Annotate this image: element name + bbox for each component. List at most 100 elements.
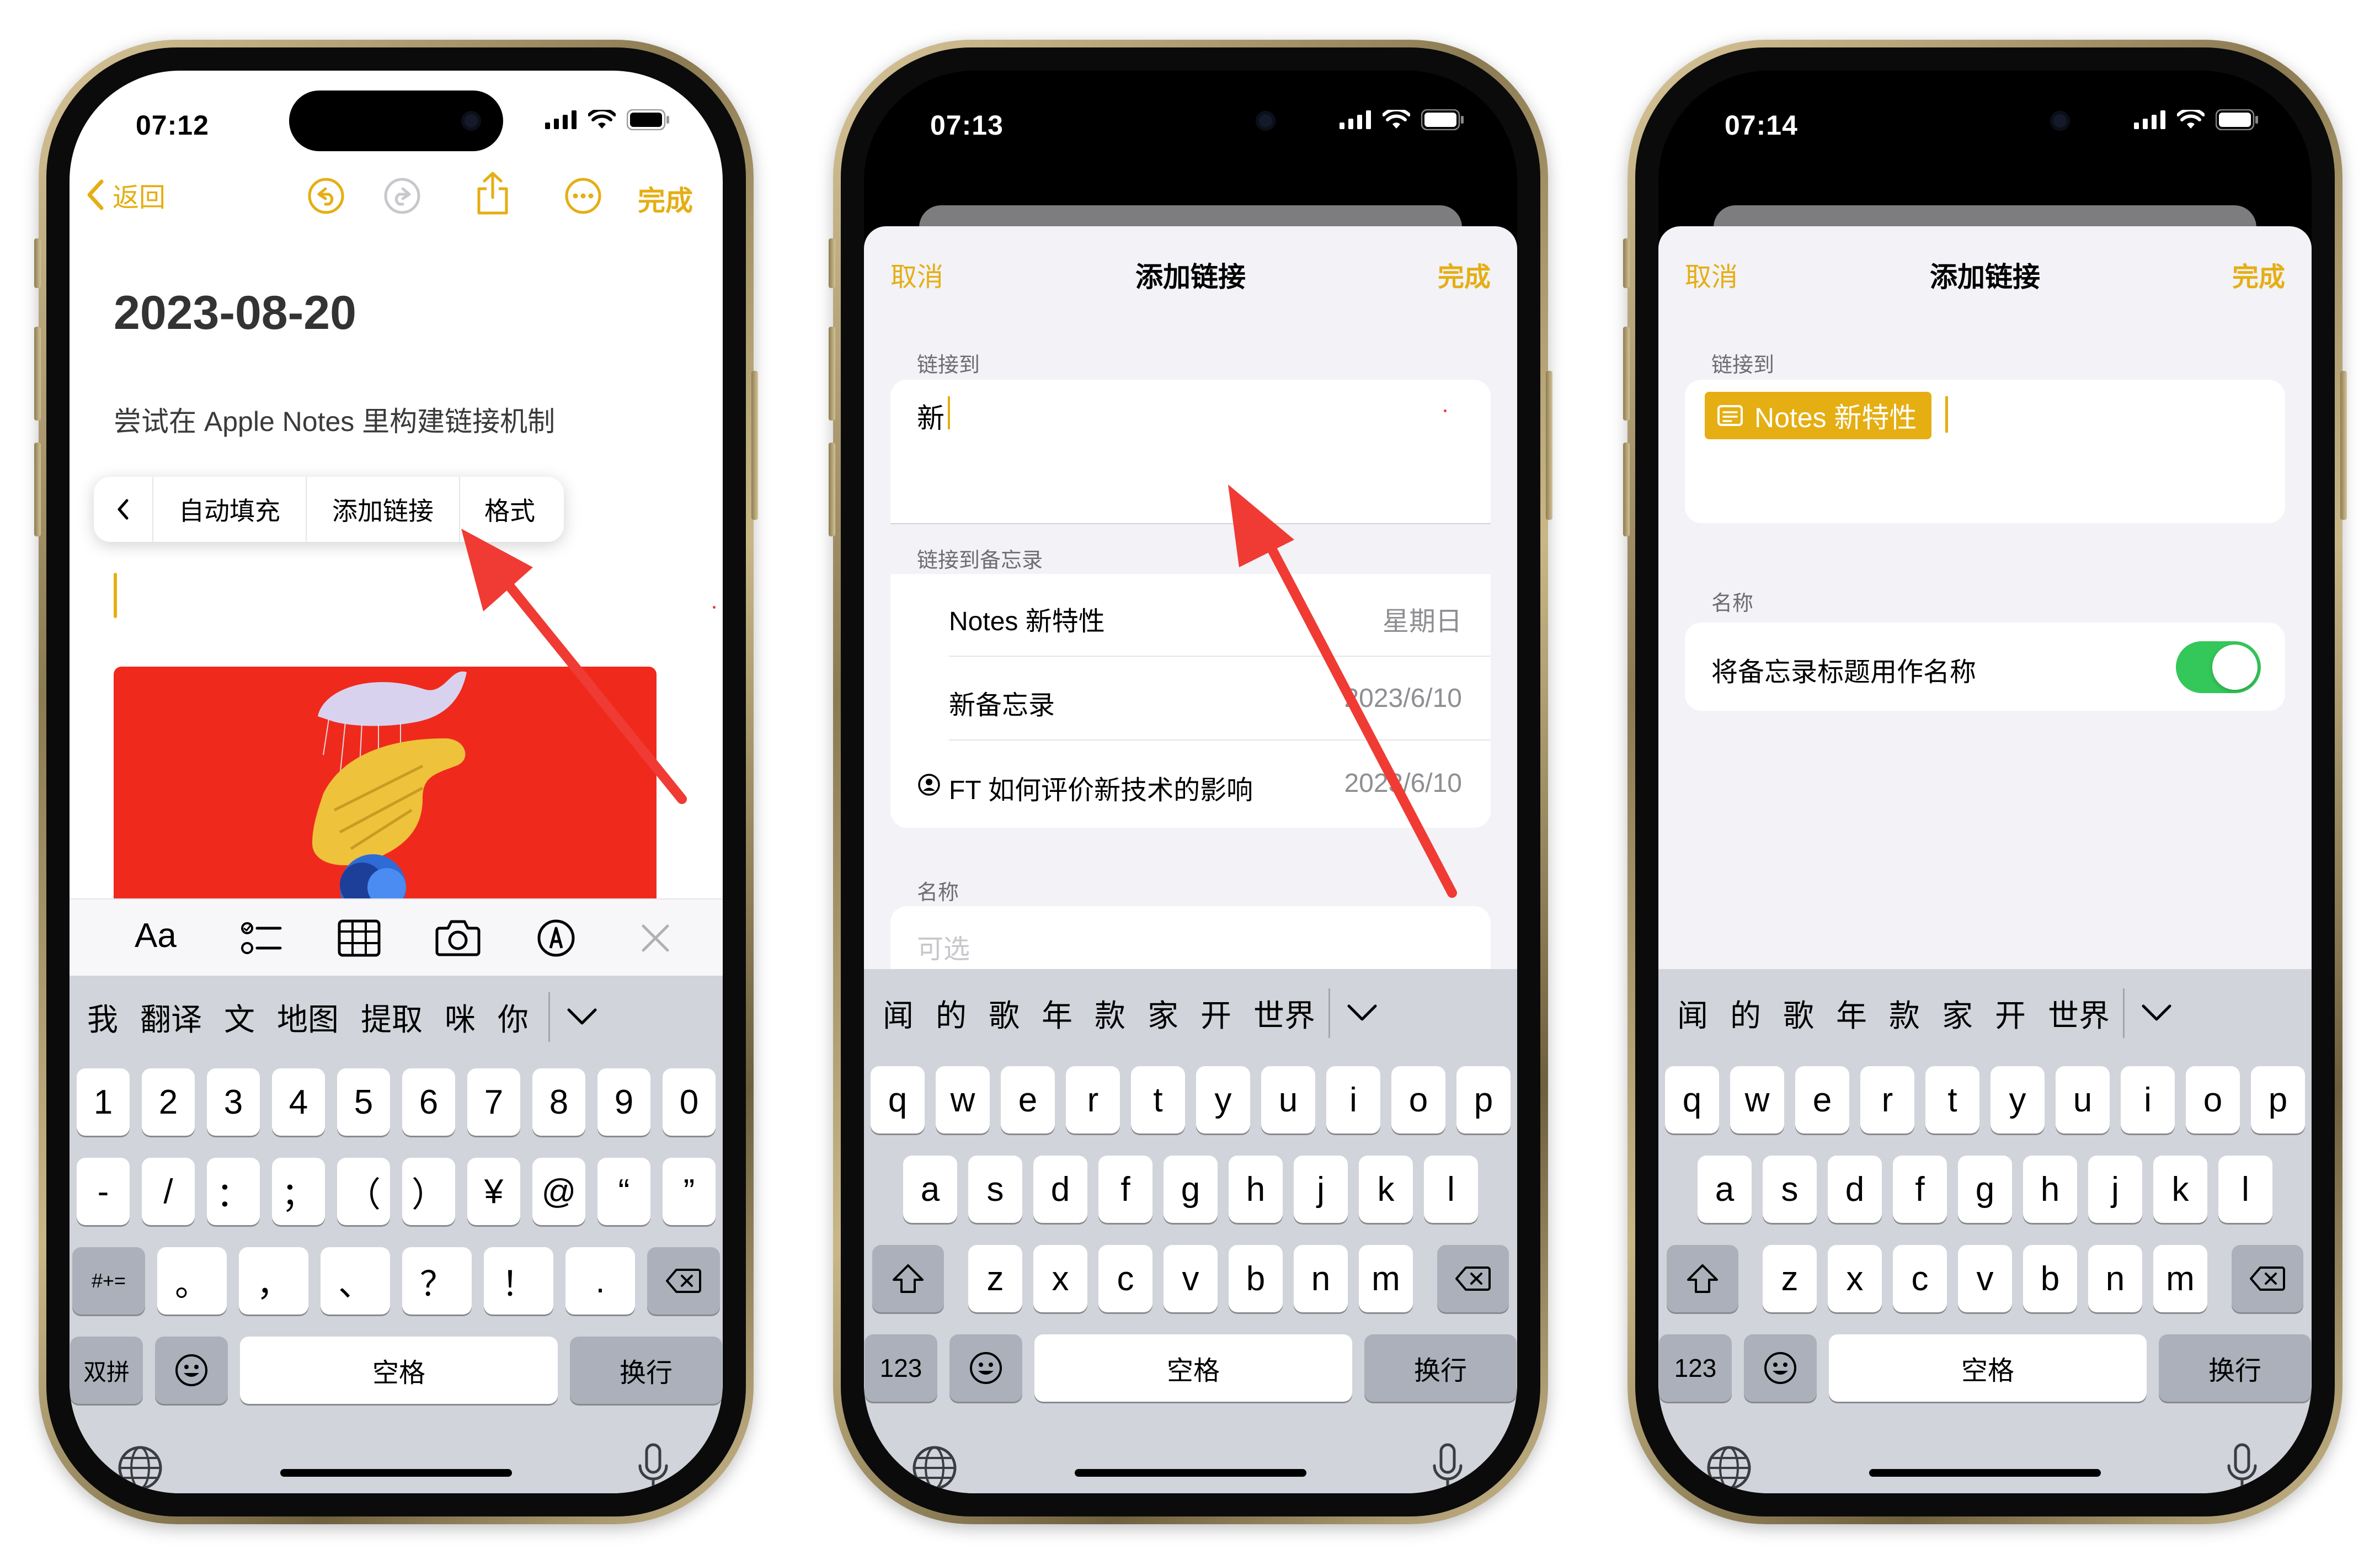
key[interactable]: z [1763,1245,1817,1312]
key[interactable]: c [1098,1245,1152,1312]
table-icon[interactable] [338,919,381,957]
text-style-button[interactable]: Aa [135,916,177,955]
key[interactable]: 1 [77,1068,130,1136]
key[interactable]: b [1229,1245,1283,1312]
key[interactable]: g [1958,1156,2012,1223]
key[interactable]: ？ [402,1247,472,1314]
return-key[interactable]: 换行 [570,1337,722,1404]
key[interactable]: . [565,1247,635,1314]
key[interactable]: y [1196,1066,1250,1133]
key[interactable]: l [1424,1156,1478,1223]
key[interactable]: x [1033,1245,1087,1312]
note-link-chip[interactable]: Notes 新特性 [1705,392,1931,439]
markup-icon[interactable] [536,918,576,958]
link-to-input[interactable]: 新 [917,396,944,436]
chevron-down-icon[interactable] [1347,1004,1378,1023]
shift-key[interactable] [872,1245,944,1312]
redo-icon[interactable] [383,177,421,215]
candidate[interactable]: 翻译 [129,995,213,1040]
key[interactable]: 4 [272,1068,325,1136]
undo-icon[interactable] [307,177,345,215]
key[interactable]: @ [532,1158,585,1225]
numbers-key[interactable]: 123 [865,1334,937,1402]
candidate[interactable]: 开 [1189,991,1242,1036]
key[interactable]: b [2023,1245,2077,1312]
key[interactable]: k [2153,1156,2207,1223]
globe-icon[interactable] [911,1445,958,1491]
candidate[interactable]: 世界 [2037,991,2121,1036]
key[interactable]: d [1033,1156,1087,1223]
key[interactable]: n [2088,1245,2142,1312]
key[interactable]: 5 [337,1068,390,1136]
shift-key[interactable] [1667,1245,1738,1312]
candidate[interactable]: 款 [1878,991,1931,1036]
globe-icon[interactable] [1706,1445,1752,1491]
key[interactable]: j [2088,1156,2142,1223]
key[interactable]: （ [337,1158,390,1225]
chevron-down-icon[interactable] [567,1008,597,1026]
candidate[interactable]: 开 [1984,991,2037,1036]
chevron-down-icon[interactable] [2141,1004,2172,1023]
candidate[interactable]: 的 [1719,991,1772,1036]
candidate[interactable]: 文 [213,995,266,1040]
key[interactable]: w [936,1066,990,1133]
done-button[interactable]: 完成 [638,179,693,219]
key[interactable]: 7 [467,1068,520,1136]
mode-key[interactable]: 双拼 [70,1337,143,1404]
key[interactable]: i [1326,1066,1380,1133]
key[interactable]: e [1001,1066,1055,1133]
candidate[interactable]: 地图 [266,995,350,1040]
numbers-key[interactable]: 123 [1659,1334,1732,1402]
key[interactable]: ， [239,1247,308,1314]
delete-key[interactable] [1437,1245,1509,1312]
use-note-title-toggle[interactable] [2176,641,2261,693]
key[interactable]: a [903,1156,957,1223]
candidate[interactable]: 你 [487,995,540,1040]
key[interactable]: p [2251,1066,2305,1133]
key[interactable]: r [1066,1066,1120,1133]
key[interactable]: i [2121,1066,2175,1133]
microphone-icon[interactable] [2226,1443,2259,1493]
candidate[interactable]: 歌 [1772,991,1825,1036]
share-icon[interactable] [474,170,511,216]
candidate[interactable]: 歌 [978,991,1031,1036]
space-key[interactable]: 空格 [1829,1334,2147,1402]
key[interactable]: 0 [663,1068,716,1136]
key[interactable]: q [871,1066,925,1133]
key[interactable]: p [1456,1066,1511,1133]
close-icon[interactable] [640,923,671,954]
key[interactable]: 9 [597,1068,650,1136]
microphone-icon[interactable] [637,1443,670,1493]
more-icon[interactable] [564,177,602,215]
key[interactable]: ！ [484,1247,553,1314]
key[interactable]: k [1359,1156,1413,1223]
key[interactable]: o [2186,1066,2240,1133]
key[interactable]: v [1164,1245,1218,1312]
key[interactable]: h [1229,1156,1283,1223]
key[interactable]: s [968,1156,1022,1223]
candidate[interactable]: 闻 [1666,991,1719,1036]
globe-icon[interactable] [117,1445,163,1491]
key[interactable]: u [2056,1066,2110,1133]
candidate[interactable]: 年 [1825,991,1878,1036]
key[interactable]: u [1261,1066,1315,1133]
key[interactable]: o [1391,1066,1445,1133]
key[interactable]: 2 [142,1068,195,1136]
delete-key[interactable] [2232,1245,2303,1312]
key[interactable]: s [1763,1156,1817,1223]
key[interactable]: ） [402,1158,455,1225]
key[interactable]: g [1164,1156,1218,1223]
return-key[interactable]: 换行 [2159,1334,2311,1402]
emoji-key[interactable] [949,1334,1022,1402]
candidate[interactable]: 家 [1136,991,1189,1036]
key[interactable]: 、 [321,1247,390,1314]
key[interactable]: 3 [207,1068,260,1136]
camera-icon[interactable] [435,918,481,957]
key[interactable]: f [1893,1156,1947,1223]
key[interactable]: d [1828,1156,1882,1223]
emoji-key[interactable] [1744,1334,1817,1402]
key[interactable]: e [1795,1066,1849,1133]
key[interactable]: j [1294,1156,1348,1223]
key[interactable]: y [1991,1066,2045,1133]
key[interactable]: l [2218,1156,2272,1223]
